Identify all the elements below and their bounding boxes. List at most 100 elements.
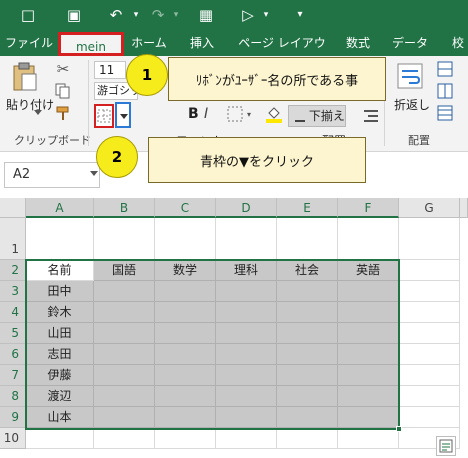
cell-g8[interactable] <box>399 386 460 407</box>
cell-e9[interactable] <box>277 407 338 428</box>
cell-a4[interactable]: 鈴木 <box>26 302 94 323</box>
cell-b5[interactable] <box>94 323 155 344</box>
cell-e1[interactable] <box>277 218 338 260</box>
cell-d9[interactable] <box>216 407 277 428</box>
cell-f4[interactable] <box>338 302 399 323</box>
new-file-icon[interactable]: □ <box>18 5 38 25</box>
fill-color-icon[interactable] <box>264 104 284 124</box>
cell-f5[interactable] <box>338 323 399 344</box>
row-header-9[interactable]: 9 <box>0 407 26 428</box>
preview-dropdown-icon[interactable]: ▾ <box>256 5 276 25</box>
cell-a9[interactable]: 山本 <box>26 407 94 428</box>
wrap-text-label[interactable]: 折返し <box>394 96 430 113</box>
cell-e8[interactable] <box>277 386 338 407</box>
cell-g4[interactable] <box>399 302 460 323</box>
align-bottom-button[interactable]: 下揃え <box>288 105 346 127</box>
name-box[interactable]: A2 <box>4 162 100 188</box>
tab-formulas[interactable]: 数式 <box>336 30 380 56</box>
row-header-2[interactable]: 2 <box>0 260 26 281</box>
cell-a7[interactable]: 伊藤 <box>26 365 94 386</box>
redo-icon[interactable]: ↷ <box>148 5 168 25</box>
cell-e6[interactable] <box>277 344 338 365</box>
tab-review-partial[interactable]: 校 <box>448 30 468 56</box>
cell-f9[interactable] <box>338 407 399 428</box>
cell-d2[interactable]: 理科 <box>216 260 277 281</box>
cell-f2[interactable]: 英語 <box>338 260 399 281</box>
cell-b8[interactable] <box>94 386 155 407</box>
cell-e5[interactable] <box>277 323 338 344</box>
cell-f8[interactable] <box>338 386 399 407</box>
italic-button[interactable]: I <box>204 106 208 122</box>
cell-c1[interactable] <box>155 218 216 260</box>
row-header-3[interactable]: 3 <box>0 281 26 302</box>
cell-c2[interactable]: 数学 <box>155 260 216 281</box>
cut-icon[interactable]: ✂ <box>54 60 72 78</box>
cell-f10[interactable] <box>338 428 399 449</box>
undo-icon[interactable]: ↶ <box>106 5 126 25</box>
tab-insert[interactable]: 挿入 <box>180 30 224 56</box>
cell-b10[interactable] <box>94 428 155 449</box>
cell-a10[interactable] <box>26 428 94 449</box>
copy-icon[interactable] <box>54 82 72 100</box>
cell-a5[interactable]: 山田 <box>26 323 94 344</box>
cell-d5[interactable] <box>216 323 277 344</box>
column-header-g[interactable]: G <box>399 198 460 218</box>
cell-b6[interactable] <box>94 344 155 365</box>
row-header-6[interactable]: 6 <box>0 344 26 365</box>
cell-a8[interactable]: 渡辺 <box>26 386 94 407</box>
format-painter-icon[interactable] <box>54 104 72 122</box>
orientation-icon[interactable] <box>436 104 454 122</box>
column-header-a[interactable]: A <box>26 198 94 218</box>
column-header-b[interactable]: B <box>94 198 155 218</box>
tab-data[interactable]: データ <box>388 30 432 56</box>
paste-dropdown-icon[interactable] <box>34 110 42 115</box>
cell-e7[interactable] <box>277 365 338 386</box>
font-size-box[interactable]: 11 <box>94 61 126 79</box>
row-header-4[interactable]: 4 <box>0 302 26 323</box>
cell-c3[interactable] <box>155 281 216 302</box>
cell-d10[interactable] <box>216 428 277 449</box>
cell-a2[interactable]: 名前 <box>26 260 94 281</box>
save-icon[interactable]: ▣ <box>64 5 84 25</box>
name-box-dropdown-icon[interactable] <box>90 171 98 176</box>
cell-f6[interactable] <box>338 344 399 365</box>
cell-d7[interactable] <box>216 365 277 386</box>
cell-g9[interactable] <box>399 407 460 428</box>
cell-d3[interactable] <box>216 281 277 302</box>
row-header-5[interactable]: 5 <box>0 323 26 344</box>
cell-d4[interactable] <box>216 302 277 323</box>
cell-e2[interactable]: 社会 <box>277 260 338 281</box>
cell-b1[interactable] <box>94 218 155 260</box>
cell-b4[interactable] <box>94 302 155 323</box>
cell-g7[interactable] <box>399 365 460 386</box>
redo-dropdown-icon[interactable]: ▾ <box>166 5 186 25</box>
form-icon[interactable]: ▦ <box>196 5 216 25</box>
column-header-h-partial[interactable] <box>460 198 468 218</box>
cell-f7[interactable] <box>338 365 399 386</box>
cell-e10[interactable] <box>277 428 338 449</box>
tab-file[interactable]: ファイル <box>4 30 54 56</box>
cell-a6[interactable]: 志田 <box>26 344 94 365</box>
paste-icon[interactable] <box>10 62 40 92</box>
cell-a3[interactable]: 田中 <box>26 281 94 302</box>
cell-c5[interactable] <box>155 323 216 344</box>
cell-c6[interactable] <box>155 344 216 365</box>
cell-f3[interactable] <box>338 281 399 302</box>
column-header-e[interactable]: E <box>277 198 338 218</box>
cell-b9[interactable] <box>94 407 155 428</box>
borders-dropdown-button[interactable] <box>115 102 131 128</box>
wrap-text-icon[interactable] <box>396 62 424 90</box>
row-header-8[interactable]: 8 <box>0 386 26 407</box>
column-header-d[interactable]: D <box>216 198 277 218</box>
cell-c10[interactable] <box>155 428 216 449</box>
cell-g2[interactable] <box>399 260 460 281</box>
row-header-7[interactable]: 7 <box>0 365 26 386</box>
cell-b3[interactable] <box>94 281 155 302</box>
align-right-icon[interactable] <box>362 106 380 126</box>
border-style-dropdown-icon[interactable]: ▾ <box>244 104 254 124</box>
cell-c4[interactable] <box>155 302 216 323</box>
cell-a1[interactable] <box>26 218 94 260</box>
customize-qat-icon[interactable]: ▾ <box>290 5 310 25</box>
border-style-icon[interactable] <box>226 104 244 124</box>
cell-b2[interactable]: 国語 <box>94 260 155 281</box>
